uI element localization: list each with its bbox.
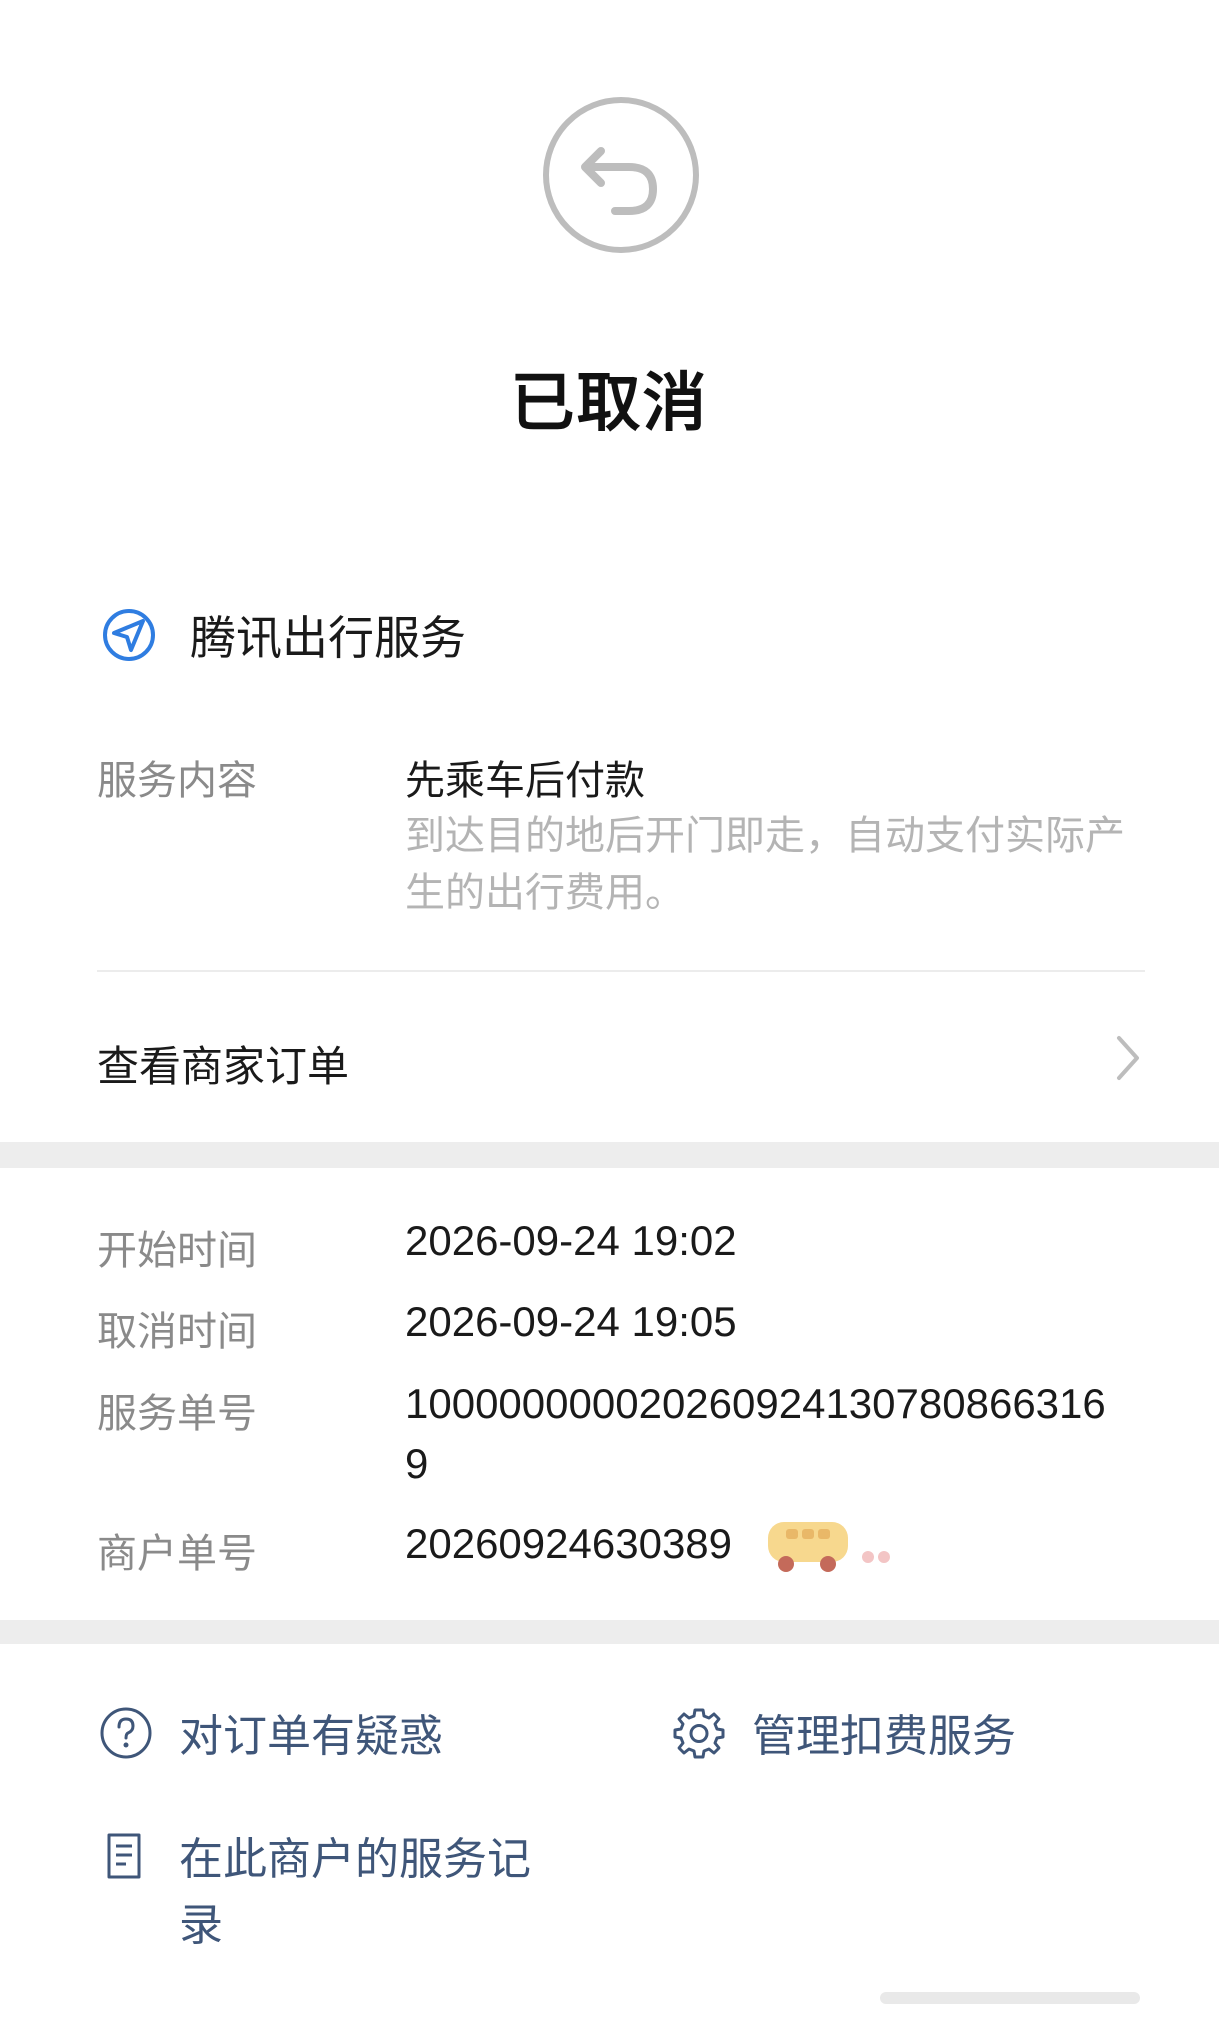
chevron-right-icon: [1117, 1036, 1139, 1080]
order-doubt-button[interactable]: 对订单有疑惑: [97, 1704, 443, 1770]
section-separator: [0, 1142, 1219, 1168]
start-time-value: 2026-09-24 19:02: [405, 1217, 737, 1264]
service-number-value-line2: 9: [405, 1440, 429, 1487]
manage-deduction-button[interactable]: 管理扣费服务: [670, 1704, 1016, 1770]
question-circle-icon: [100, 1707, 152, 1759]
merchant-service-records-label: 在此商户的服务记录: [179, 1834, 531, 1951]
bottom-scroll-indicator: [880, 1992, 1140, 2004]
gear-icon: [673, 1708, 725, 1759]
merchant-name: 腾讯出行服务: [190, 611, 466, 665]
service-number-label: 服务单号: [97, 1391, 257, 1437]
navigation-arrow-icon: [103, 609, 155, 661]
start-time-label: 开始时间: [97, 1228, 257, 1274]
manage-deduction-label: 管理扣费服务: [752, 1711, 1016, 1762]
order-doubt-label: 对订单有疑惑: [179, 1711, 443, 1762]
bus-sticker-icon: [768, 1522, 848, 1572]
decorative-dots: [862, 1548, 894, 1567]
service-number-value: 100000000020260924130780866316: [405, 1380, 1106, 1427]
view-merchant-order-label: 查看商家订单: [97, 1042, 350, 1091]
divider: [97, 970, 1145, 972]
cancel-time-label: 取消时间: [97, 1309, 257, 1355]
service-description: 到达目的地后开门即走，自动支付实际产生的出行费用。: [405, 813, 1125, 916]
view-merchant-order-link[interactable]: 查看商家订单: [0, 988, 1219, 1128]
cancel-time-value: 2026-09-24 19:05: [405, 1298, 737, 1345]
service-label: 服务内容: [97, 758, 257, 804]
status-title: 已取消: [510, 367, 709, 441]
document-icon: [107, 1833, 141, 1879]
undo-arrow-icon: [543, 97, 699, 253]
merchant-header: 腾讯出行服务: [100, 600, 466, 670]
service-name: 先乘车后付款: [405, 758, 645, 804]
merchant-service-records-button[interactable]: 在此商户的服务记录: [97, 1827, 557, 1959]
merchant-number-value: 20260924630389: [405, 1520, 733, 1567]
merchant-number-label: 商户单号: [97, 1531, 257, 1577]
section-separator: [0, 1620, 1219, 1644]
